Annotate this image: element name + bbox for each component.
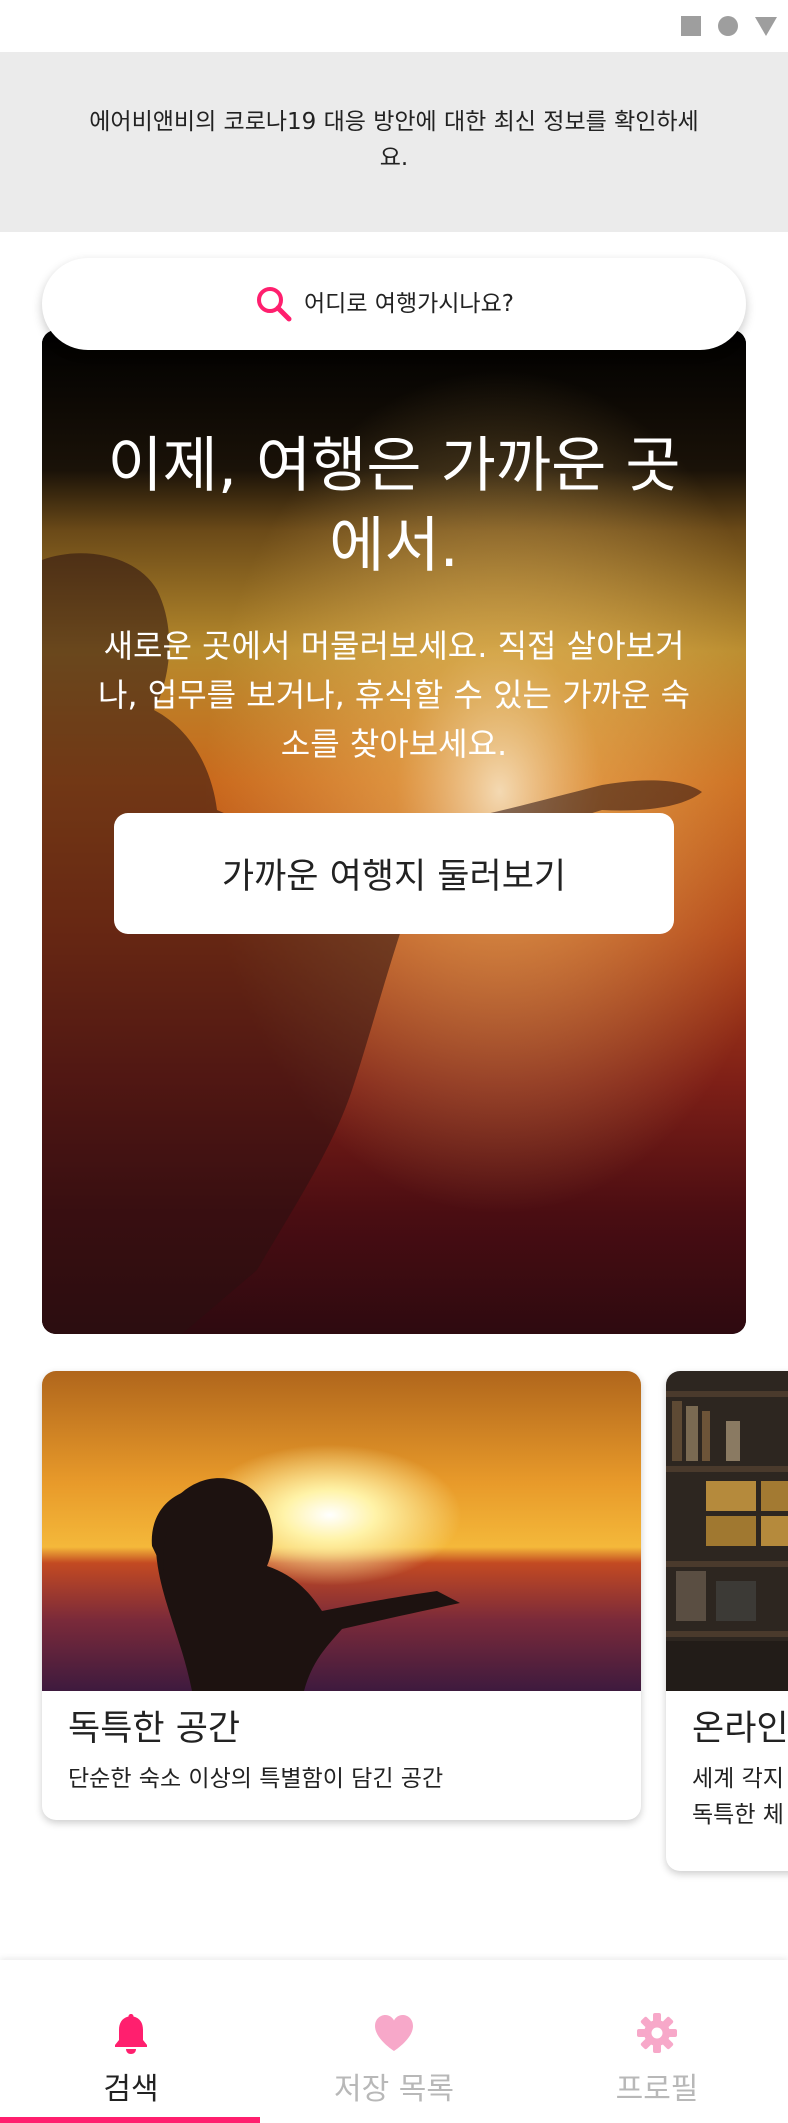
covid-info-text[interactable]: 에어비앤비의 코로나19 대응 방안에 대한 최신 정보를 확인하세요. [80,104,708,176]
category-card-unique-stays[interactable]: 독특한 공간 단순한 숙소 이상의 특별함이 담긴 공간 [42,1371,641,1820]
triangle-icon [755,17,777,36]
square-icon [681,16,701,36]
nav-label: 프로필 [615,2072,699,2107]
card-subtitle: 단순한 숙소 이상의 특별함이 담긴 공간 [68,1766,444,1792]
status-bar [0,0,788,52]
hero-title: 이제, 여행은 가까운 곳에서. [107,431,681,581]
hero-subtitle: 새로운 곳에서 머물러보세요. 직접 살아보거나, 업무를 보거나, 휴식할 수… [97,627,691,763]
card-title: 독특한 공간 [68,1709,241,1749]
gear-icon [637,2013,677,2053]
nav-item-profile[interactable]: 프로필 [526,1960,788,2123]
card-subtitle-line: 독특한 체 [692,1802,784,1828]
card-subtitle: 세계 각지 독특한 체 [692,1761,784,1833]
search-bar[interactable]: 어디로 여행가시나요? [42,258,746,350]
sunset-silhouette-image [42,1371,641,1691]
nav-label: 검색 [103,2072,159,2107]
bell-icon [115,2014,147,2054]
search-placeholder[interactable]: 어디로 여행가시나요? [304,290,514,318]
nav-label: 저장 목록 [334,2072,454,2107]
nav-item-saved[interactable]: 저장 목록 [263,1960,525,2123]
card-subtitle-line: 세계 각지 [692,1766,784,1792]
explore-nearby-button[interactable]: 가까운 여행지 둘러보기 [114,813,674,934]
category-card-online-experiences[interactable]: 온라인 세계 각지 독특한 체 [666,1371,788,1871]
card-title: 온라인 [692,1709,788,1749]
active-tab-indicator [0,2117,260,2123]
circle-icon [718,16,738,36]
nav-item-search[interactable]: 검색 [0,1960,262,2123]
heart-icon [375,2015,413,2051]
covid-info-banner[interactable]: 에어비앤비의 코로나19 대응 방안에 대한 최신 정보를 확인하세요. [0,52,788,232]
search-icon [257,287,292,322]
bookshelf-image [666,1371,788,1691]
bottom-navigation: 검색 저장 목록 프로필 [0,1960,788,2123]
hero-card: 이제, 여행은 가까운 곳에서. 새로운 곳에서 머물러보세요. 직접 살아보거… [42,330,746,1334]
